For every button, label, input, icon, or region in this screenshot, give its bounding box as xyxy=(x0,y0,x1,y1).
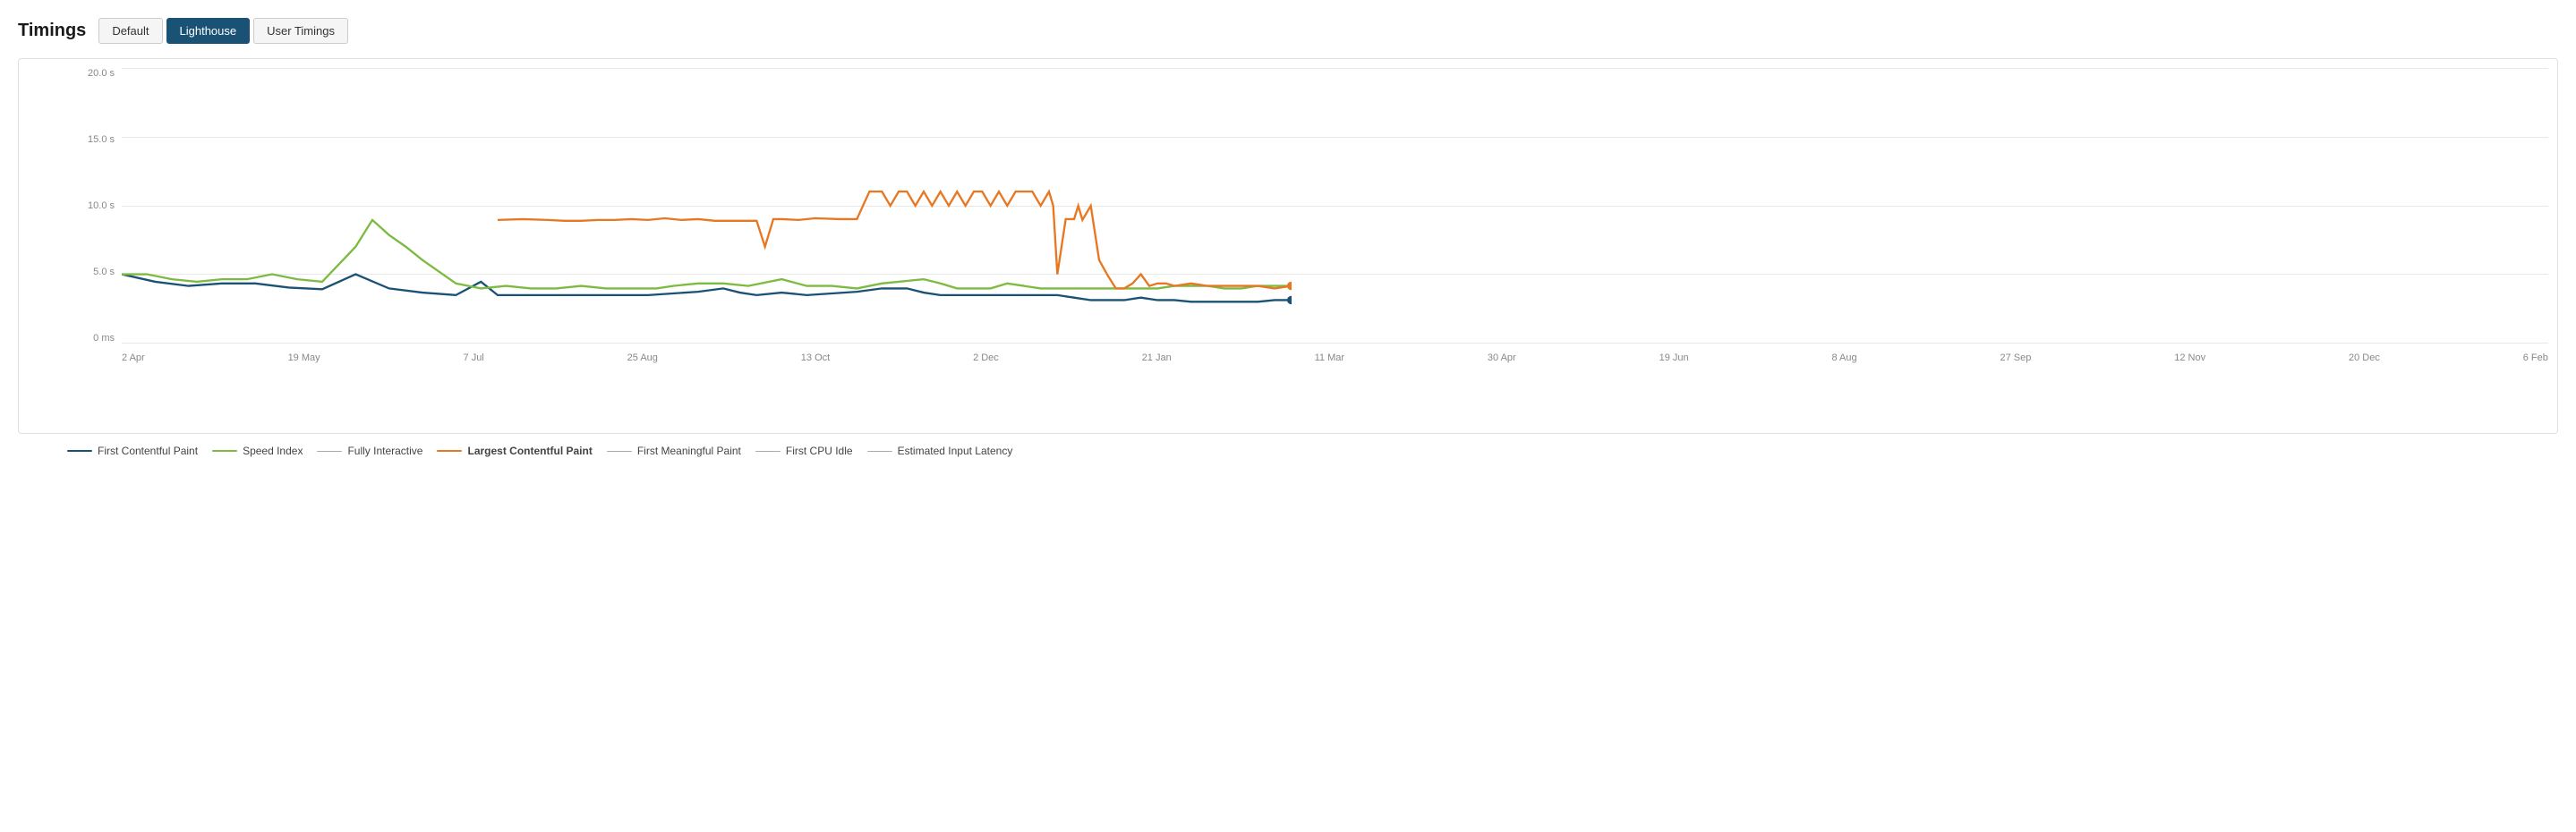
legend-fmp: First Meaningful Paint xyxy=(607,445,741,457)
tab-user-timings[interactable]: User Timings xyxy=(253,18,348,44)
legend-lcp-label: Largest Contentful Paint xyxy=(467,445,592,457)
x-label-jul7: 7 Jul xyxy=(464,352,484,363)
x-axis: 2 Apr 19 May 7 Jul 25 Aug 13 Oct 2 Dec 2… xyxy=(122,345,2548,379)
y-label-10: 10.0 s xyxy=(88,200,115,211)
tab-lighthouse[interactable]: Lighthouse xyxy=(166,18,251,44)
legend-eil-line xyxy=(867,451,892,452)
lcp-endpoint xyxy=(1287,282,1292,290)
legend-si: Speed Index xyxy=(212,445,303,457)
legend-lcp: Largest Contentful Paint xyxy=(437,445,592,457)
legend-fcp: First Contentful Paint xyxy=(67,445,198,457)
x-label-apr30: 30 Apr xyxy=(1488,352,1516,363)
y-axis: 20.0 s 15.0 s 10.0 s 5.0 s 0 ms xyxy=(73,68,122,344)
chart-legend: First Contentful Paint Speed Index Fully… xyxy=(18,445,2558,457)
legend-fi-line xyxy=(317,451,342,452)
x-label-oct13: 13 Oct xyxy=(801,352,830,363)
y-label-0: 0 ms xyxy=(93,333,115,344)
fcp-endpoint xyxy=(1287,296,1292,304)
legend-fci: First CPU Idle xyxy=(755,445,853,457)
x-label-dec2: 2 Dec xyxy=(973,352,999,363)
x-label-apr2: 2 Apr xyxy=(122,352,145,363)
legend-fi: Fully Interactive xyxy=(317,445,422,457)
legend-eil-label: Estimated Input Latency xyxy=(898,445,1013,457)
x-label-nov12: 12 Nov xyxy=(2174,352,2205,363)
y-label-20: 20.0 s xyxy=(88,68,115,79)
legend-fci-line xyxy=(755,451,780,452)
legend-si-label: Speed Index xyxy=(243,445,303,457)
chart-container: 20.0 s 15.0 s 10.0 s 5.0 s 0 ms xyxy=(18,58,2558,434)
legend-lcp-line xyxy=(437,450,462,452)
x-label-sep27: 27 Sep xyxy=(2000,352,2032,363)
legend-fmp-line xyxy=(607,451,632,452)
x-label-jun19: 19 Jun xyxy=(1659,352,1689,363)
x-label-aug25: 25 Aug xyxy=(627,352,658,363)
y-label-15: 15.0 s xyxy=(88,134,115,145)
legend-fcp-label: First Contentful Paint xyxy=(98,445,198,457)
tab-default[interactable]: Default xyxy=(98,18,162,44)
chart-area: 20.0 s 15.0 s 10.0 s 5.0 s 0 ms xyxy=(73,68,2548,379)
timings-header: Timings Default Lighthouse User Timings xyxy=(18,18,2558,44)
si-line xyxy=(122,220,1292,289)
x-label-feb6: 6 Feb xyxy=(2523,352,2548,363)
chart-svg xyxy=(122,68,1292,344)
lcp-line xyxy=(498,191,1292,288)
y-label-5: 5.0 s xyxy=(93,267,115,277)
legend-fmp-label: First Meaningful Paint xyxy=(637,445,741,457)
legend-si-line xyxy=(212,450,237,452)
x-label-mar11: 11 Mar xyxy=(1315,352,1344,363)
x-label-may19: 19 May xyxy=(288,352,320,363)
x-label-dec20: 20 Dec xyxy=(2349,352,2380,363)
legend-fci-label: First CPU Idle xyxy=(786,445,853,457)
page-title: Timings xyxy=(18,21,86,41)
x-label-jan21: 21 Jan xyxy=(1142,352,1172,363)
legend-fi-label: Fully Interactive xyxy=(347,445,422,457)
tab-group: Default Lighthouse User Timings xyxy=(98,18,348,44)
legend-eil: Estimated Input Latency xyxy=(867,445,1013,457)
legend-fcp-line xyxy=(67,450,92,452)
x-label-aug8: 8 Aug xyxy=(1831,352,1856,363)
